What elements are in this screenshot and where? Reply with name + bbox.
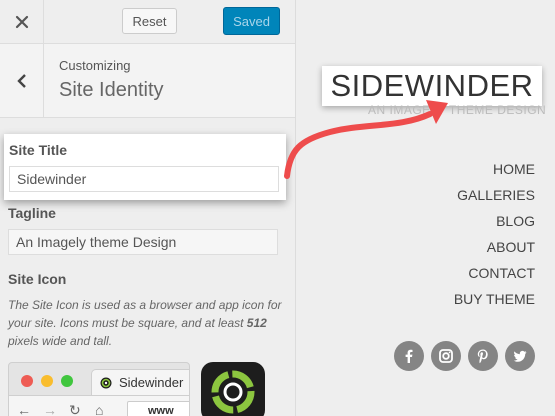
site-tagline-preview: An Imagely theme Design: [368, 103, 547, 117]
reset-button[interactable]: Reset: [122, 8, 177, 34]
reload-icon: ↻: [69, 402, 81, 416]
section-title: Site Identity: [59, 79, 164, 101]
site-title-input[interactable]: Sidewinder: [9, 166, 279, 192]
app-icon-preview: [201, 362, 265, 416]
nav-item-blog[interactable]: BLOG: [454, 208, 535, 234]
saved-button[interactable]: Saved: [223, 7, 280, 35]
browser-tab-title: Sidewinder: [119, 375, 184, 390]
pinterest-button[interactable]: [468, 341, 498, 371]
site-navigation: HOME GALLERIES BLOG ABOUT CONTACT BUY TH…: [454, 156, 535, 312]
site-icon-label: Site Icon: [8, 271, 67, 287]
browser-tab: Sidewinder: [91, 369, 189, 395]
site-title-control: Site Title Sidewinder: [4, 134, 286, 200]
nav-item-contact[interactable]: CONTACT: [454, 260, 535, 286]
nav-item-buy-theme[interactable]: BUY THEME: [454, 286, 535, 312]
favicon-icon: [100, 377, 112, 389]
window-close-dot: [21, 375, 33, 387]
back-button[interactable]: [0, 44, 44, 117]
site-title-preview[interactable]: SIDEWINDER: [322, 66, 542, 106]
social-links: [394, 341, 535, 371]
home-icon: ⌂: [95, 402, 104, 416]
facebook-button[interactable]: [394, 341, 424, 371]
tagline-label: Tagline: [8, 205, 56, 221]
pinterest-icon: [477, 349, 488, 364]
facebook-icon: [405, 349, 413, 363]
browser-toolbar: ← → ↻ ⌂ www: [9, 395, 189, 416]
nav-item-about[interactable]: ABOUT: [454, 234, 535, 260]
browser-icon-preview: Sidewinder ← → ↻ ⌂ www: [8, 362, 190, 416]
site-title-label: Site Title: [9, 142, 68, 158]
customizing-label: Customizing: [59, 58, 131, 73]
instagram-icon: [439, 349, 453, 363]
forward-arrow-icon: →: [43, 402, 57, 416]
back-arrow-icon: ←: [17, 402, 31, 416]
instagram-button[interactable]: [431, 341, 461, 371]
section-header: Customizing Site Identity: [0, 44, 295, 118]
close-button[interactable]: [0, 0, 44, 44]
twitter-icon: [513, 350, 527, 362]
site-icon-logo: [211, 370, 255, 414]
url-bar: www: [127, 401, 189, 416]
customizer-header: Reset Saved: [0, 0, 295, 44]
tagline-input[interactable]: An Imagely theme Design: [8, 229, 278, 255]
twitter-button[interactable]: [505, 341, 535, 371]
window-maximize-dot: [61, 375, 73, 387]
nav-item-home[interactable]: HOME: [454, 156, 535, 182]
site-icon-description: The Site Icon is used as a browser and a…: [8, 298, 282, 348]
nav-item-galleries[interactable]: GALLERIES: [454, 182, 535, 208]
chevron-left-icon: [16, 73, 26, 88]
close-icon: [15, 15, 28, 29]
window-minimize-dot: [41, 375, 53, 387]
customizer-panel: Reset Saved Customizing Site Identity Si…: [0, 0, 296, 416]
